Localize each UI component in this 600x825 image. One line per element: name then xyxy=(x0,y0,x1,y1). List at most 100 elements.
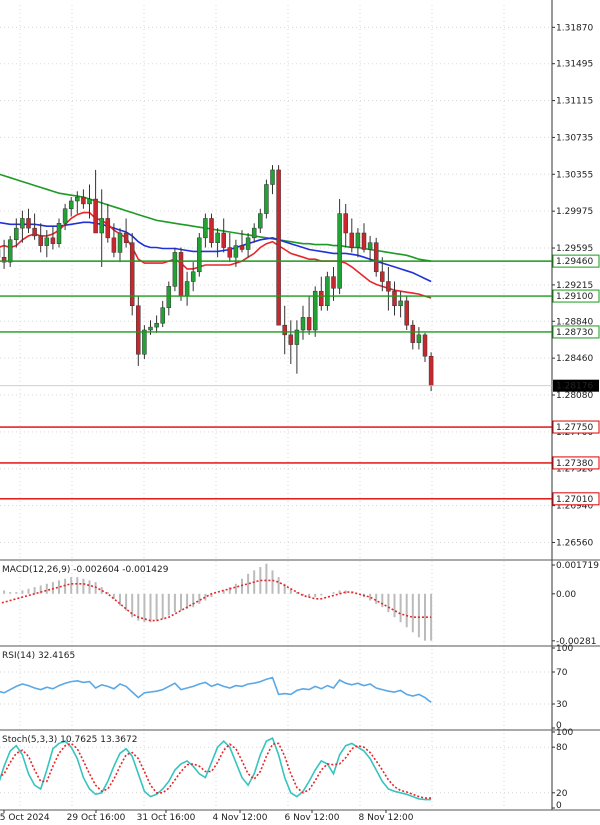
candle-body[interactable] xyxy=(404,300,409,326)
price-tick-label: 1.28460 xyxy=(556,354,593,364)
candle-body[interactable] xyxy=(270,169,275,185)
resistance-level-label: 1.27380 xyxy=(556,459,593,469)
candle-body[interactable] xyxy=(337,213,342,289)
candle-body[interactable] xyxy=(136,305,141,355)
price-tick-label: 1.31115 xyxy=(556,97,593,107)
time-tick-label: 31 Oct 16:00 xyxy=(137,813,196,821)
candle-body[interactable] xyxy=(349,232,355,248)
price-tick-label: 1.31495 xyxy=(556,60,593,70)
candle-body[interactable] xyxy=(99,218,104,234)
candle-body[interactable] xyxy=(428,355,434,386)
candle-body[interactable] xyxy=(282,324,287,336)
candle-body[interactable] xyxy=(380,271,385,282)
stoch-label: Stoch(5,3,3) 10.7625 13.3672 xyxy=(2,735,137,745)
candle-body[interactable] xyxy=(148,326,153,331)
candle-body[interactable] xyxy=(258,213,263,229)
candle-body[interactable] xyxy=(14,227,19,241)
candle-body[interactable] xyxy=(233,245,239,258)
candle-body[interactable] xyxy=(172,252,178,287)
stoch-tick-label: 100 xyxy=(556,728,573,738)
price-tick-label: 1.29975 xyxy=(556,207,593,217)
candle-body[interactable] xyxy=(325,276,330,307)
price-tick-label: 1.29215 xyxy=(556,281,593,291)
candle-body[interactable] xyxy=(93,198,98,234)
stoch-tick-label: 20 xyxy=(556,789,568,799)
price-tick-label: 1.31870 xyxy=(556,23,593,33)
candle-body[interactable] xyxy=(215,232,220,243)
candle-body[interactable] xyxy=(105,218,111,239)
candle-body[interactable] xyxy=(239,245,245,250)
candle-body[interactable] xyxy=(203,218,208,239)
trading-chart[interactable]: 1.31870 1.31495 1.31115 1.30735 1.30355 1.299… xyxy=(0,0,600,823)
candle-body[interactable] xyxy=(26,218,31,229)
candle-body[interactable] xyxy=(56,223,62,244)
candle-body[interactable] xyxy=(422,334,428,357)
price-tick-label: 1.28080 xyxy=(556,391,593,401)
candle-body[interactable] xyxy=(197,237,202,273)
candle-body[interactable] xyxy=(209,218,214,243)
candle-body[interactable] xyxy=(392,290,397,307)
candle-body[interactable] xyxy=(160,307,165,324)
candle-body[interactable] xyxy=(361,232,367,250)
moving-average-mid xyxy=(0,221,432,283)
resistance-level-label: 1.27010 xyxy=(556,495,593,505)
candle-body[interactable] xyxy=(154,322,159,328)
rsi-label: RSI(14) 32.4165 xyxy=(2,651,75,661)
current-price-label: 1.28176 xyxy=(556,382,593,392)
candle-body[interactable] xyxy=(44,237,50,246)
support-level-label: 1.29460 xyxy=(556,257,593,267)
candle-body[interactable] xyxy=(7,239,13,263)
candle-body[interactable] xyxy=(68,200,74,209)
candle-body[interactable] xyxy=(227,247,233,258)
candle-body[interactable] xyxy=(276,169,281,326)
candle-body[interactable] xyxy=(343,213,348,234)
stoch-tick-label: 80 xyxy=(556,743,568,753)
candle-body[interactable] xyxy=(123,232,129,243)
candle-body[interactable] xyxy=(331,276,336,289)
time-tick-label: 29 Oct 16:00 xyxy=(67,813,126,821)
candle-body[interactable] xyxy=(288,334,294,345)
candle-body[interactable] xyxy=(416,334,422,343)
candle-body[interactable] xyxy=(142,329,147,355)
candle-body[interactable] xyxy=(32,227,37,237)
macd-tick-label: 0.00 xyxy=(556,590,576,600)
candle-body[interactable] xyxy=(184,281,190,297)
candle-body[interactable] xyxy=(373,242,379,273)
candle-body[interactable] xyxy=(75,196,80,202)
candle-body[interactable] xyxy=(355,232,361,248)
price-tick-label: 1.30355 xyxy=(556,170,593,180)
rsi-tick-label: 100 xyxy=(556,644,573,654)
candle-body[interactable] xyxy=(319,290,324,307)
candle-body[interactable] xyxy=(50,237,56,244)
time-tick-label: 6 Nov 12:00 xyxy=(285,813,340,821)
candle-body[interactable] xyxy=(38,235,43,246)
candle-body[interactable] xyxy=(398,300,403,307)
candle-body[interactable] xyxy=(221,232,226,248)
candle-body[interactable] xyxy=(87,198,92,205)
candle-body[interactable] xyxy=(264,184,269,214)
candle-body[interactable] xyxy=(312,290,318,331)
candle-body[interactable] xyxy=(62,208,68,224)
candle-body[interactable] xyxy=(117,232,123,253)
candle-body[interactable] xyxy=(245,237,251,250)
candle-body[interactable] xyxy=(306,317,312,331)
price-tick-label: 1.26560 xyxy=(556,538,593,548)
candle-body[interactable] xyxy=(386,281,391,292)
candle-body[interactable] xyxy=(367,242,373,250)
candle-body[interactable] xyxy=(178,252,184,297)
macd-tick-label: 0.001719 xyxy=(556,561,599,571)
candle-body[interactable] xyxy=(251,227,257,239)
time-tick-label: 8 Nov 12:00 xyxy=(359,813,414,821)
rsi-tick-label: 30 xyxy=(556,700,568,710)
resistance-level-label: 1.27750 xyxy=(556,423,593,433)
time-tick-label: 25 Oct 2024 xyxy=(0,813,50,821)
candle-body[interactable] xyxy=(190,271,196,282)
candle-body[interactable] xyxy=(410,324,416,343)
chart-canvas[interactable]: 1.31870 1.31495 1.31115 1.30735 1.30355 1.299… xyxy=(0,0,600,823)
candle-body[interactable] xyxy=(166,286,172,308)
candle-body[interactable] xyxy=(20,218,25,229)
candle-body[interactable] xyxy=(81,196,86,205)
time-tick-label: 4 Nov 12:00 xyxy=(213,813,268,821)
candle-body[interactable] xyxy=(111,237,117,253)
candle-body[interactable] xyxy=(300,317,306,331)
